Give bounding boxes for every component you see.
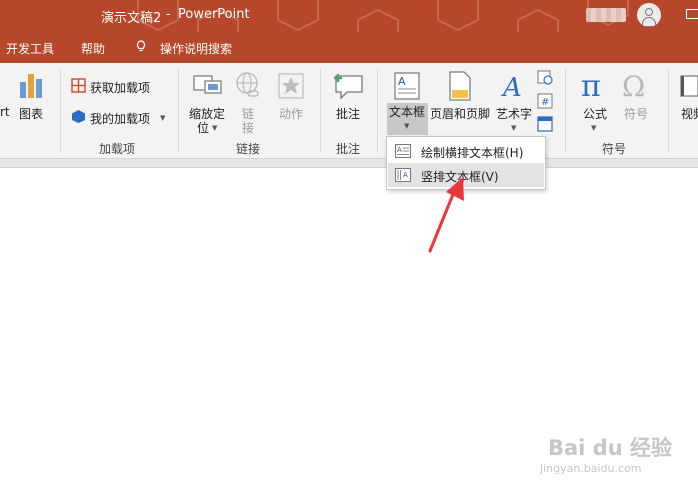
group-divider [668, 69, 669, 153]
get-addins-button[interactable]: 获取加载项 [90, 79, 150, 96]
account-name-blurred [586, 8, 626, 22]
comment-button-label[interactable]: 批注 [336, 105, 360, 122]
chevron-down-icon[interactable]: ▼ [404, 122, 409, 130]
group-divider [377, 69, 378, 153]
vertical-textbox-icon: A [395, 168, 411, 182]
chart-icon[interactable] [18, 72, 44, 100]
wordart-button-label[interactable]: 艺术字 [496, 105, 532, 122]
group-divider [60, 69, 61, 153]
avatar[interactable] [637, 3, 661, 27]
app-name: PowerPoint [178, 7, 250, 22]
zoom-icon[interactable] [193, 72, 223, 98]
group-divider [565, 69, 566, 153]
chevron-down-icon[interactable]: ▼ [160, 114, 165, 122]
date-time-icon[interactable] [537, 69, 553, 85]
chart-button-label[interactable]: 图表 [19, 105, 43, 122]
svg-text:A: A [403, 171, 408, 179]
baidu-watermark-url: jingyan.baidu.com [540, 462, 642, 475]
object-icon[interactable] [537, 116, 553, 132]
svg-text:A: A [398, 75, 406, 88]
menu-item-label[interactable]: 绘制横排文本框(H) [421, 144, 523, 161]
header-footer-icon[interactable] [449, 71, 471, 101]
svg-text:A: A [501, 73, 522, 100]
horizontal-textbox-icon: A [395, 144, 411, 158]
comment-icon[interactable] [333, 70, 365, 100]
header-footer-button-label[interactable]: 页眉和页脚 [430, 105, 490, 122]
title-separator: - [166, 7, 171, 22]
my-addins-icon [72, 110, 85, 123]
tab-help[interactable]: 帮助 [81, 40, 105, 57]
textbox-button-label[interactable]: 文本框 [389, 103, 425, 120]
svg-text:#: # [541, 97, 549, 108]
omega-icon: Ω [622, 71, 645, 101]
video-button-label[interactable]: 视频 [681, 105, 698, 122]
menu-item-horizontal-textbox[interactable]: A 绘制横排文本框(H) [388, 139, 544, 163]
chevron-down-icon[interactable]: ▼ [511, 124, 516, 132]
svg-text:π: π [581, 71, 601, 101]
avatar-body-icon [642, 17, 656, 27]
group-divider [320, 69, 321, 153]
link-globe-icon [236, 72, 259, 97]
svg-text:A: A [397, 146, 402, 154]
chevron-down-icon[interactable]: ▼ [212, 124, 217, 132]
action-star-icon [278, 73, 304, 99]
equation-button-label[interactable]: 公式 [583, 105, 607, 122]
ribbon-tab-bar: 开发工具 帮助 操作说明搜索 [0, 32, 698, 63]
my-addins-button[interactable]: 我的加载项 [90, 110, 150, 127]
ribbon-bottom-border [0, 159, 698, 168]
document-title: 演示文稿2 [101, 11, 162, 26]
annotation-arrow [428, 177, 464, 253]
link-button-label-line2: 接 [242, 121, 255, 135]
slide-number-icon[interactable]: # [537, 93, 553, 109]
tab-developer[interactable]: 开发工具 [6, 40, 54, 57]
ribbon: rt 图表 获取加载项 我的加载项 ▼ 加载项 缩放定 位 ▼ 链 接 动作 链… [0, 63, 698, 159]
textbox-icon[interactable]: A [394, 72, 420, 100]
textbox-button[interactable]: 文本框 ▼ [387, 103, 428, 135]
links-group-label: 链接 [236, 142, 261, 156]
tell-me-search[interactable]: 操作说明搜索 [160, 40, 232, 57]
avatar-head-icon [645, 8, 653, 16]
group-divider [178, 69, 179, 153]
comments-group-label: 批注 [336, 142, 361, 156]
store-icon [71, 78, 86, 93]
zoom-button-label-line2[interactable]: 位 [197, 119, 209, 136]
chevron-down-icon[interactable]: ▼ [591, 124, 596, 132]
symbol-button-label: 符号 [624, 107, 649, 121]
symbols-group-label: 符号 [602, 142, 627, 156]
partial-button-label[interactable]: rt [0, 105, 10, 119]
ribbon-display-options-button[interactable] [686, 9, 698, 19]
lightbulb-icon [136, 40, 146, 52]
video-icon[interactable] [680, 73, 698, 99]
action-button-label: 动作 [279, 107, 304, 121]
equation-pi-icon[interactable]: π [580, 71, 608, 101]
title-bar: 演示文稿2 - PowerPoint [0, 0, 698, 32]
wordart-icon[interactable]: A [501, 72, 525, 100]
svg-text:Ω: Ω [622, 71, 645, 101]
baidu-watermark: Bai du 经验 [548, 436, 672, 460]
addins-group-label: 加载项 [99, 142, 136, 156]
